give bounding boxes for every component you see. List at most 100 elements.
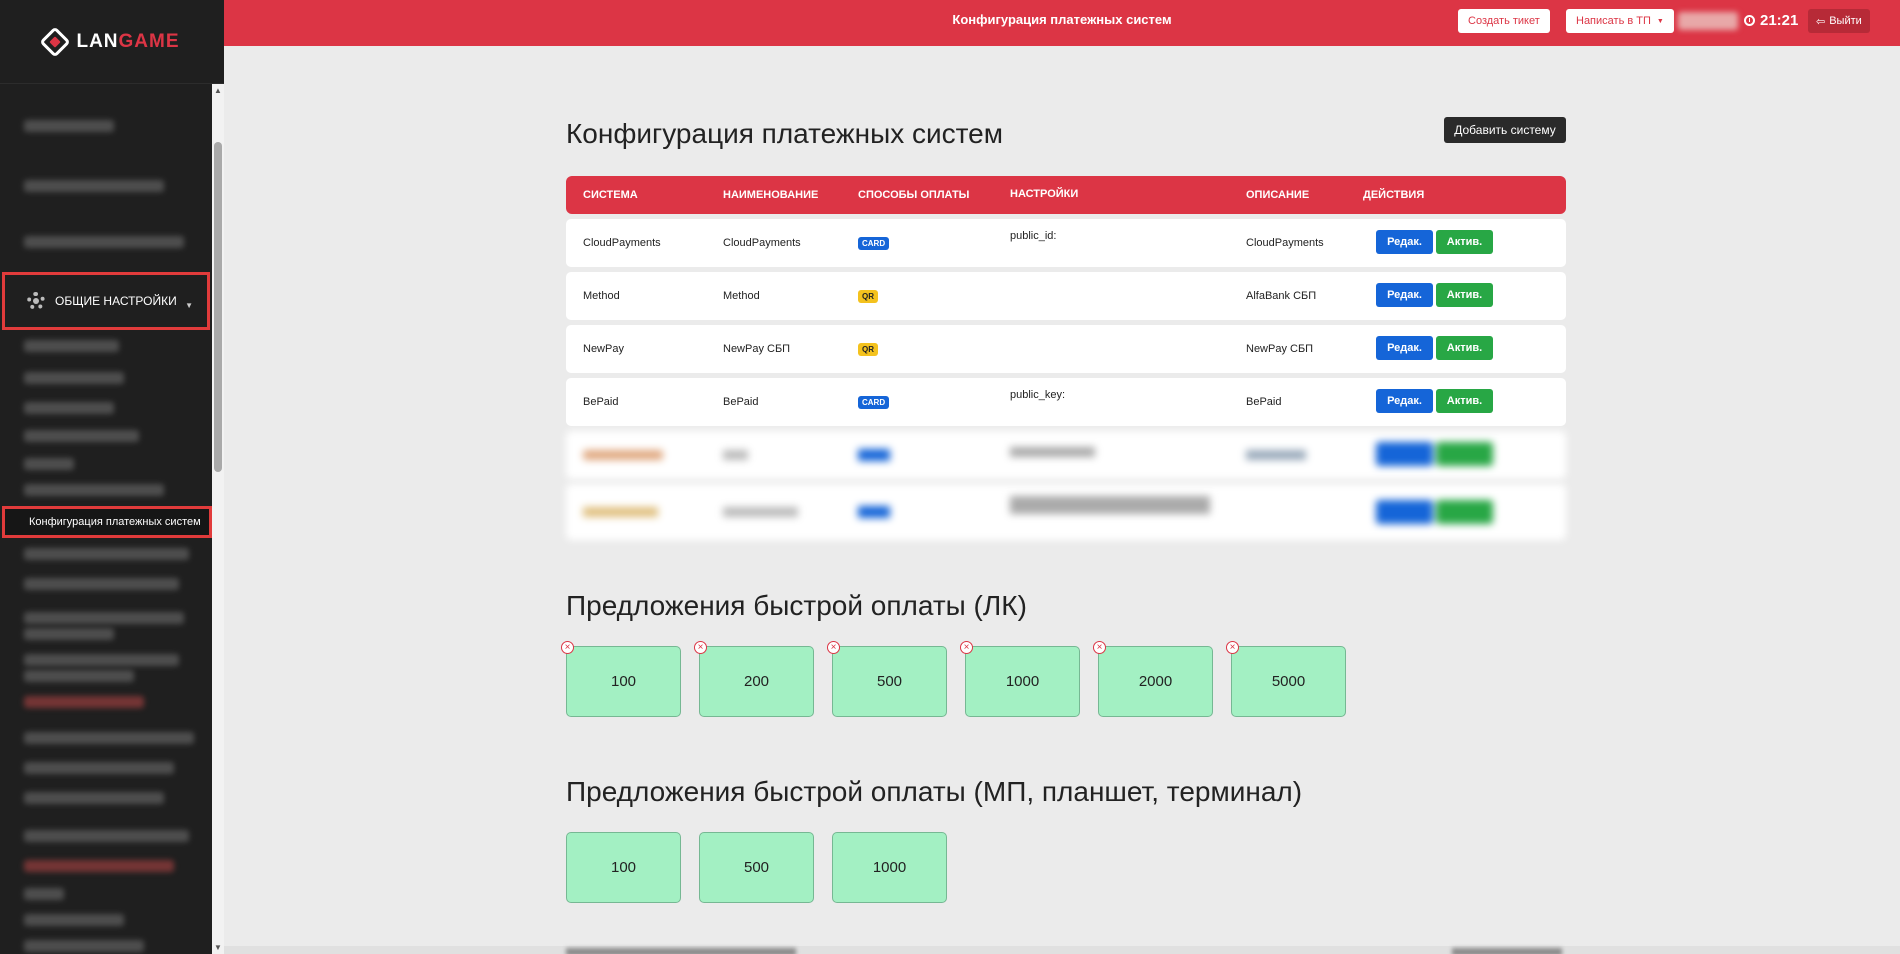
quick-amount-tile[interactable]: 100 (566, 832, 681, 903)
scroll-up-icon[interactable]: ▲ (212, 86, 224, 95)
sidebar-subitem-blurred[interactable] (24, 654, 179, 666)
sidebar-subitem-blurred[interactable] (24, 914, 124, 926)
sidebar-item-blurred[interactable] (24, 236, 184, 248)
edit-button[interactable] (1376, 500, 1433, 524)
quick-mp-title: Предложения быстрой оплаты (МП, планшет,… (566, 776, 1303, 807)
cell-name: CloudPayments (723, 237, 801, 249)
user-name[interactable] (1678, 12, 1738, 30)
quick-amount-tile[interactable]: × 100 (561, 641, 681, 717)
activate-button[interactable]: Актив. (1436, 230, 1493, 254)
quick-amount-tile[interactable]: 1000 (832, 832, 947, 903)
sign-out-icon: ⇦ (1816, 15, 1826, 28)
logo[interactable]: LANGAME (0, 0, 224, 84)
logout-label: Выйти (1829, 15, 1862, 27)
cell-description: BePaid (1246, 396, 1282, 408)
quick-lk-tiles: × 100 × 200 × 500 × 1000 × 2000 × 5000 (561, 641, 1364, 717)
edit-button[interactable] (1376, 442, 1433, 466)
cell-system: Method (583, 290, 620, 302)
sidebar-subitem-blurred[interactable] (24, 888, 64, 900)
write-support-label: Написать в ТП (1576, 15, 1651, 27)
sidebar-subitem-blurred[interactable] (24, 940, 144, 952)
sidebar-item-payment-config[interactable]: Конфигурация платежных систем (2, 506, 212, 538)
sidebar-subitem-blurred[interactable] (24, 670, 134, 682)
quick-amount-tile[interactable]: × 1000 (960, 641, 1080, 717)
amount-label: 100 (610, 673, 637, 690)
write-support-dropdown[interactable]: Написать в ТП ▼ (1566, 9, 1674, 33)
sidebar-subitem-blurred[interactable] (24, 732, 194, 744)
edit-button[interactable]: Редак. (1376, 389, 1433, 413)
clock: 21:21 (1744, 12, 1798, 29)
gear-icon (27, 292, 45, 310)
footer-text (566, 948, 796, 954)
sidebar-item-blurred[interactable] (24, 180, 164, 192)
cell-system: CloudPayments (583, 237, 661, 249)
cell-method: QR (858, 289, 878, 303)
sidebar-subitem-blurred[interactable] (24, 762, 174, 774)
edit-button[interactable]: Редак. (1376, 336, 1433, 360)
logo-icon (39, 25, 72, 58)
table-row: NewPay NewPay СБП QR NewPay СБП Редак. А… (566, 325, 1566, 373)
cell-method: QR (858, 342, 878, 356)
amount-label: 500 (743, 859, 770, 876)
footer-link[interactable] (1452, 948, 1562, 954)
sidebar-subitem-blurred[interactable] (24, 578, 179, 590)
activate-button[interactable] (1436, 500, 1493, 524)
sidebar-subitem-blurred[interactable] (24, 484, 164, 496)
quick-mp-tiles: 100 500 1000 (566, 832, 965, 903)
scrollbar-thumb[interactable] (214, 142, 222, 472)
sidebar-subitem-blurred[interactable] (24, 612, 184, 624)
x-circle-icon[interactable]: × (1226, 641, 1239, 654)
x-circle-icon[interactable]: × (827, 641, 840, 654)
sidebar-subitem-blurred[interactable] (24, 792, 164, 804)
edit-button[interactable]: Редак. (1376, 230, 1433, 254)
method-badge (858, 506, 890, 518)
sidebar-subitem-blurred[interactable] (24, 402, 114, 414)
table-row: Method Method QR AlfaBank СБП Редак. Акт… (566, 272, 1566, 320)
quick-amount-tile[interactable]: × 500 (827, 641, 947, 717)
chevron-down-icon: ▼ (185, 301, 193, 310)
quick-lk-title: Предложения быстрой оплаты (ЛК) (566, 590, 1027, 621)
sidebar-subitem-blurred[interactable] (24, 430, 139, 442)
sidebar-subitem-blurred[interactable] (24, 548, 189, 560)
activate-button[interactable]: Актив. (1436, 389, 1493, 413)
sidebar-subitem-blurred[interactable] (24, 860, 174, 872)
quick-amount-tile[interactable]: 500 (699, 832, 814, 903)
x-circle-icon[interactable]: × (694, 641, 707, 654)
amount-label: 1000 (872, 859, 907, 876)
amount-label: 2000 (1138, 673, 1173, 690)
header-system: СИСТЕМА (583, 189, 638, 201)
method-badge: QR (858, 342, 878, 356)
payment-systems-table: СИСТЕМА НАИМЕНОВАНИЕ СПОСОБЫ ОПЛАТЫ НАСТ… (566, 176, 1566, 540)
sidebar-subitem-blurred[interactable] (24, 696, 144, 708)
x-circle-icon[interactable]: × (1093, 641, 1106, 654)
cell-settings (1010, 447, 1095, 457)
activate-button[interactable] (1436, 442, 1493, 466)
sidebar-subitem-blurred[interactable] (24, 340, 119, 352)
x-circle-icon[interactable]: × (960, 641, 973, 654)
sidebar-subitem-blurred[interactable] (24, 372, 124, 384)
x-circle-icon[interactable]: × (561, 641, 574, 654)
quick-amount-tile[interactable]: × 2000 (1093, 641, 1213, 717)
sidebar-subitem-blurred[interactable] (24, 458, 74, 470)
logout-button[interactable]: ⇦ Выйти (1808, 9, 1870, 33)
sidebar-subitem-blurred[interactable] (24, 628, 114, 640)
table-row-blurred (566, 431, 1566, 479)
amount-label: 500 (876, 673, 903, 690)
sidebar-item-general-settings[interactable]: ОБЩИЕ НАСТРОЙКИ ▼ (2, 272, 210, 330)
quick-amount-tile[interactable]: × 5000 (1226, 641, 1346, 717)
amount-label: 200 (743, 673, 770, 690)
scroll-down-icon[interactable]: ▼ (212, 943, 224, 952)
activate-button[interactable]: Актив. (1436, 283, 1493, 307)
header-name: НАИМЕНОВАНИЕ (723, 189, 819, 201)
cell-system (583, 507, 658, 517)
sidebar-subitem-blurred[interactable] (24, 830, 189, 842)
activate-button[interactable]: Актив. (1436, 336, 1493, 360)
sidebar-item-blurred[interactable] (24, 120, 114, 132)
quick-amount-tile[interactable]: × 200 (694, 641, 814, 717)
create-ticket-button[interactable]: Создать тикет (1458, 9, 1550, 33)
sidebar-scrollbar[interactable]: ▲ ▼ (212, 84, 224, 954)
amount-label: 1000 (1005, 673, 1040, 690)
cell-method: CARD (858, 236, 890, 250)
edit-button[interactable]: Редак. (1376, 283, 1433, 307)
add-system-button[interactable]: Добавить систему (1444, 117, 1566, 143)
